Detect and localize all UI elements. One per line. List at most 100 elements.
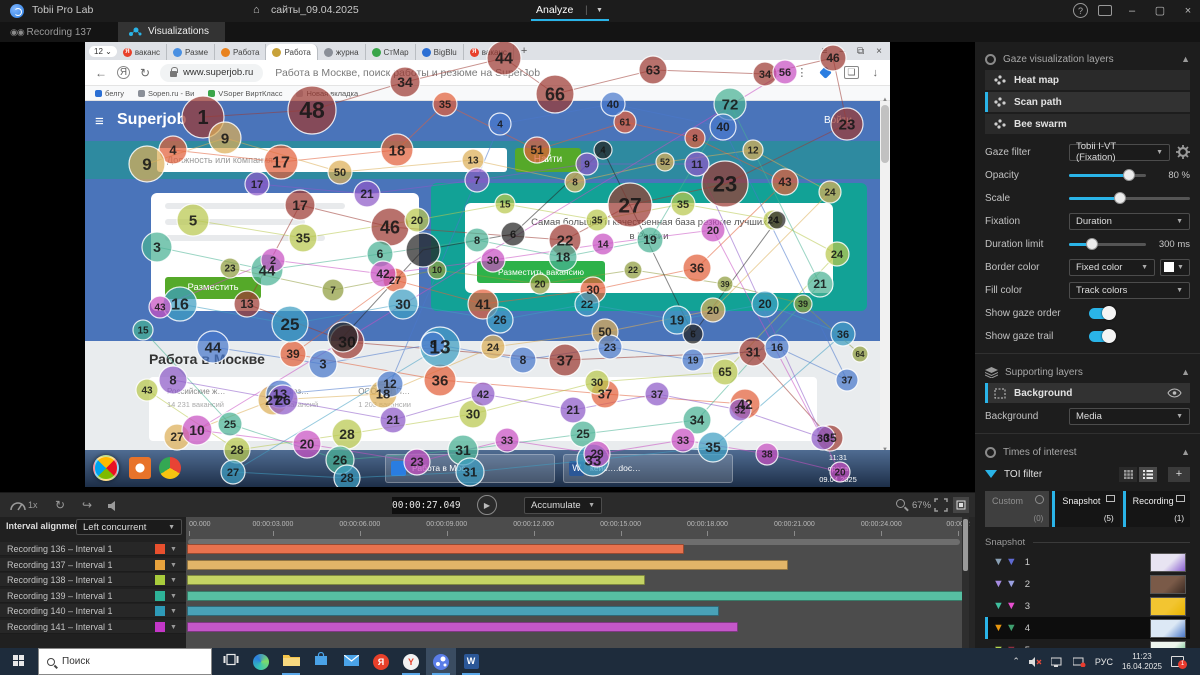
timeline-tracks[interactable]: 00.000 00:00:03.000 00:00:06.000 00:00:09.0… <box>186 517 970 648</box>
minimize-button[interactable]: – <box>1118 0 1146 22</box>
taskbar-app-edge[interactable] <box>246 648 276 675</box>
toi-card-recording[interactable]: Recording (1) <box>1122 491 1190 527</box>
tab-recording[interactable]: ◉◉ Recording 137 <box>10 22 92 42</box>
loop-icon[interactable]: ↻ <box>55 498 65 512</box>
add-toi-button[interactable]: + <box>1168 466 1190 482</box>
snapshot-item-3[interactable]: ▼ ▼ 3 <box>985 595 1190 617</box>
track-color-swatch[interactable] <box>155 590 165 601</box>
timeline-row-label[interactable]: Recording 136 – Interval 1 ▼ <box>0 542 186 556</box>
volume-muted-icon[interactable] <box>1028 656 1042 667</box>
layer-background[interactable]: Background <box>985 383 1190 403</box>
snapshot-item-1[interactable]: ▼ ▼ 1 <box>985 551 1190 573</box>
duration-limit-slider[interactable] <box>1069 237 1146 250</box>
gaze-filter-dropdown[interactable]: Tobii I-VT (Fixation) ▼ <box>1069 141 1170 163</box>
track-color-swatch[interactable] <box>155 559 165 570</box>
grid-view-button[interactable] <box>1119 466 1137 482</box>
fit-to-view-button[interactable] <box>953 497 969 513</box>
swatch-dropdown-caret[interactable]: ▼ <box>170 605 177 619</box>
taskbar-app-store[interactable] <box>306 648 336 675</box>
supporting-layers-header[interactable]: Supporting layers ▲ <box>985 361 1190 383</box>
speed-value[interactable]: 1x <box>28 500 38 510</box>
border-color-dropdown[interactable]: Fixed color ▼ <box>1069 258 1155 276</box>
background-dropdown[interactable]: Media ▼ <box>1069 407 1190 425</box>
close-button[interactable]: × <box>1174 0 1200 22</box>
help-icon[interactable]: ? <box>1073 3 1088 18</box>
swatch-dropdown-caret[interactable]: ▼ <box>170 574 177 588</box>
network-icon[interactable] <box>1050 657 1064 667</box>
taskbar-app-yandex[interactable]: Я <box>366 648 396 675</box>
timeline-row-label[interactable]: Recording 138 – Interval 1 ▼ <box>0 573 186 587</box>
timeline-row-label[interactable]: Recording 141 – Interval 1 ▼ <box>0 619 186 635</box>
accumulate-dropdown[interactable]: Accumulate ▼ <box>524 497 602 514</box>
taskbar-app-file-explorer[interactable] <box>276 648 306 675</box>
gaze-layers-header[interactable]: Gaze visualization layers ▲ <box>985 48 1190 70</box>
swatch-dropdown-caret[interactable]: ▼ <box>170 590 177 604</box>
visualization-canvas[interactable]: 12 ⌄ Яваканс Разме Работа Работа журна СтМар B… <box>85 42 890 487</box>
scale-slider[interactable] <box>1069 191 1190 204</box>
interval-alignment-dropdown[interactable]: Left concurrent ▼ <box>76 519 182 535</box>
times-of-interest-header[interactable]: Times of interest ▲ <box>985 441 1190 463</box>
taskbar-app-mail[interactable] <box>336 648 366 675</box>
taskbar-clock[interactable]: 11:23 16.04.2025 <box>1122 652 1162 672</box>
timeline-vertical-scrollbar[interactable] <box>962 517 969 648</box>
notification-center-icon[interactable]: 1 <box>1171 656 1187 669</box>
collapse-chevron-icon[interactable]: ▲ <box>1181 54 1190 64</box>
border-color-swatch-dropdown[interactable]: ▼ <box>1160 258 1190 276</box>
gear-icon[interactable] <box>1176 145 1190 159</box>
zoom-level[interactable]: 67% <box>912 500 931 511</box>
tab-visualizations[interactable]: Visualizations <box>118 22 225 42</box>
taskbar-app-tobii-pro-lab[interactable] <box>426 648 456 675</box>
swatch-dropdown-caret[interactable]: ▼ <box>170 621 177 635</box>
zoom-magnifier-icon[interactable] <box>896 499 905 508</box>
layer-item-heat-map[interactable]: Heat map <box>985 70 1190 90</box>
volume-icon[interactable] <box>108 501 120 511</box>
timeline-row-label[interactable]: Recording 140 – Interval 1 ▼ <box>0 604 186 618</box>
taskbar-app-word[interactable]: W <box>456 648 486 675</box>
security-icon[interactable] <box>1072 657 1086 667</box>
timeline-row-label[interactable]: Recording 137 – Interval 1 ▼ <box>0 557 186 573</box>
feedback-icon[interactable] <box>1098 5 1112 16</box>
eye-icon[interactable] <box>1167 388 1182 398</box>
show-gaze-order-toggle[interactable] <box>1089 305 1116 320</box>
fixation-order-number: 35 <box>705 439 721 455</box>
toi-card-custom[interactable]: Custom (0) <box>985 491 1050 527</box>
tray-chevron-icon[interactable]: ⌃ <box>1012 656 1020 667</box>
fixation-dropdown[interactable]: Duration ▼ <box>1069 212 1190 230</box>
fill-color-dropdown[interactable]: Track colors ▼ <box>1069 281 1190 299</box>
list-view-button[interactable] <box>1139 466 1157 482</box>
toi-card-count: (5) <box>1103 514 1114 523</box>
fullscreen-icon[interactable] <box>934 498 948 512</box>
language-indicator[interactable]: РУС <box>1095 657 1113 667</box>
collapse-chevron-icon[interactable]: ▲ <box>1181 447 1190 457</box>
share-icon[interactable]: ↪ <box>82 498 92 512</box>
taskbar-search-input[interactable]: Поиск <box>38 648 212 675</box>
project-name[interactable]: сайты_09.04.2025 <box>271 4 359 16</box>
show-gaze-trail-toggle[interactable] <box>1089 328 1116 343</box>
taskbar-app-yandex-browser[interactable]: Y <box>396 648 426 675</box>
start-button[interactable] <box>0 648 38 675</box>
timeline-row-label[interactable]: Recording 139 – Interval 1 ▼ <box>0 588 186 604</box>
snapshot-item-2[interactable]: ▼ ▼ 2 <box>985 573 1190 595</box>
layer-item-scan-path[interactable]: Scan path <box>985 92 1190 112</box>
track-color-swatch[interactable] <box>155 621 165 632</box>
track-color-swatch[interactable] <box>155 544 165 554</box>
snapshot-item-5[interactable]: ▼▼5 <box>985 639 1190 648</box>
speed-icon[interactable] <box>10 500 26 511</box>
taskbar-app-task-view[interactable] <box>216 648 246 675</box>
track-color-swatch[interactable] <box>155 606 165 616</box>
maximize-button[interactable]: ▢ <box>1146 0 1174 22</box>
collapse-chevron-icon[interactable]: ▲ <box>1181 367 1190 377</box>
toi-card-snapshot[interactable]: Snapshot (5) <box>1052 491 1120 527</box>
snapshot-item-4[interactable]: ▼ ▼ 4 <box>985 617 1190 639</box>
analyze-dropdown-caret[interactable]: ▼ <box>596 7 603 14</box>
layer-item-bee-swarm[interactable]: Bee swarm <box>985 114 1190 134</box>
swatch-dropdown-caret[interactable]: ▼ <box>170 559 177 573</box>
yandex-browser-icon: Y <box>403 653 419 670</box>
track-color-swatch[interactable] <box>155 575 165 585</box>
opacity-slider[interactable] <box>1069 168 1146 181</box>
tab-analyze[interactable]: Analyze <box>536 4 573 16</box>
play-button[interactable]: ▶ <box>477 495 497 515</box>
home-icon[interactable]: ⌂ <box>253 4 260 16</box>
current-time-field[interactable]: 00:00:27.049 <box>392 497 461 514</box>
swatch-dropdown-caret[interactable]: ▼ <box>170 543 177 557</box>
